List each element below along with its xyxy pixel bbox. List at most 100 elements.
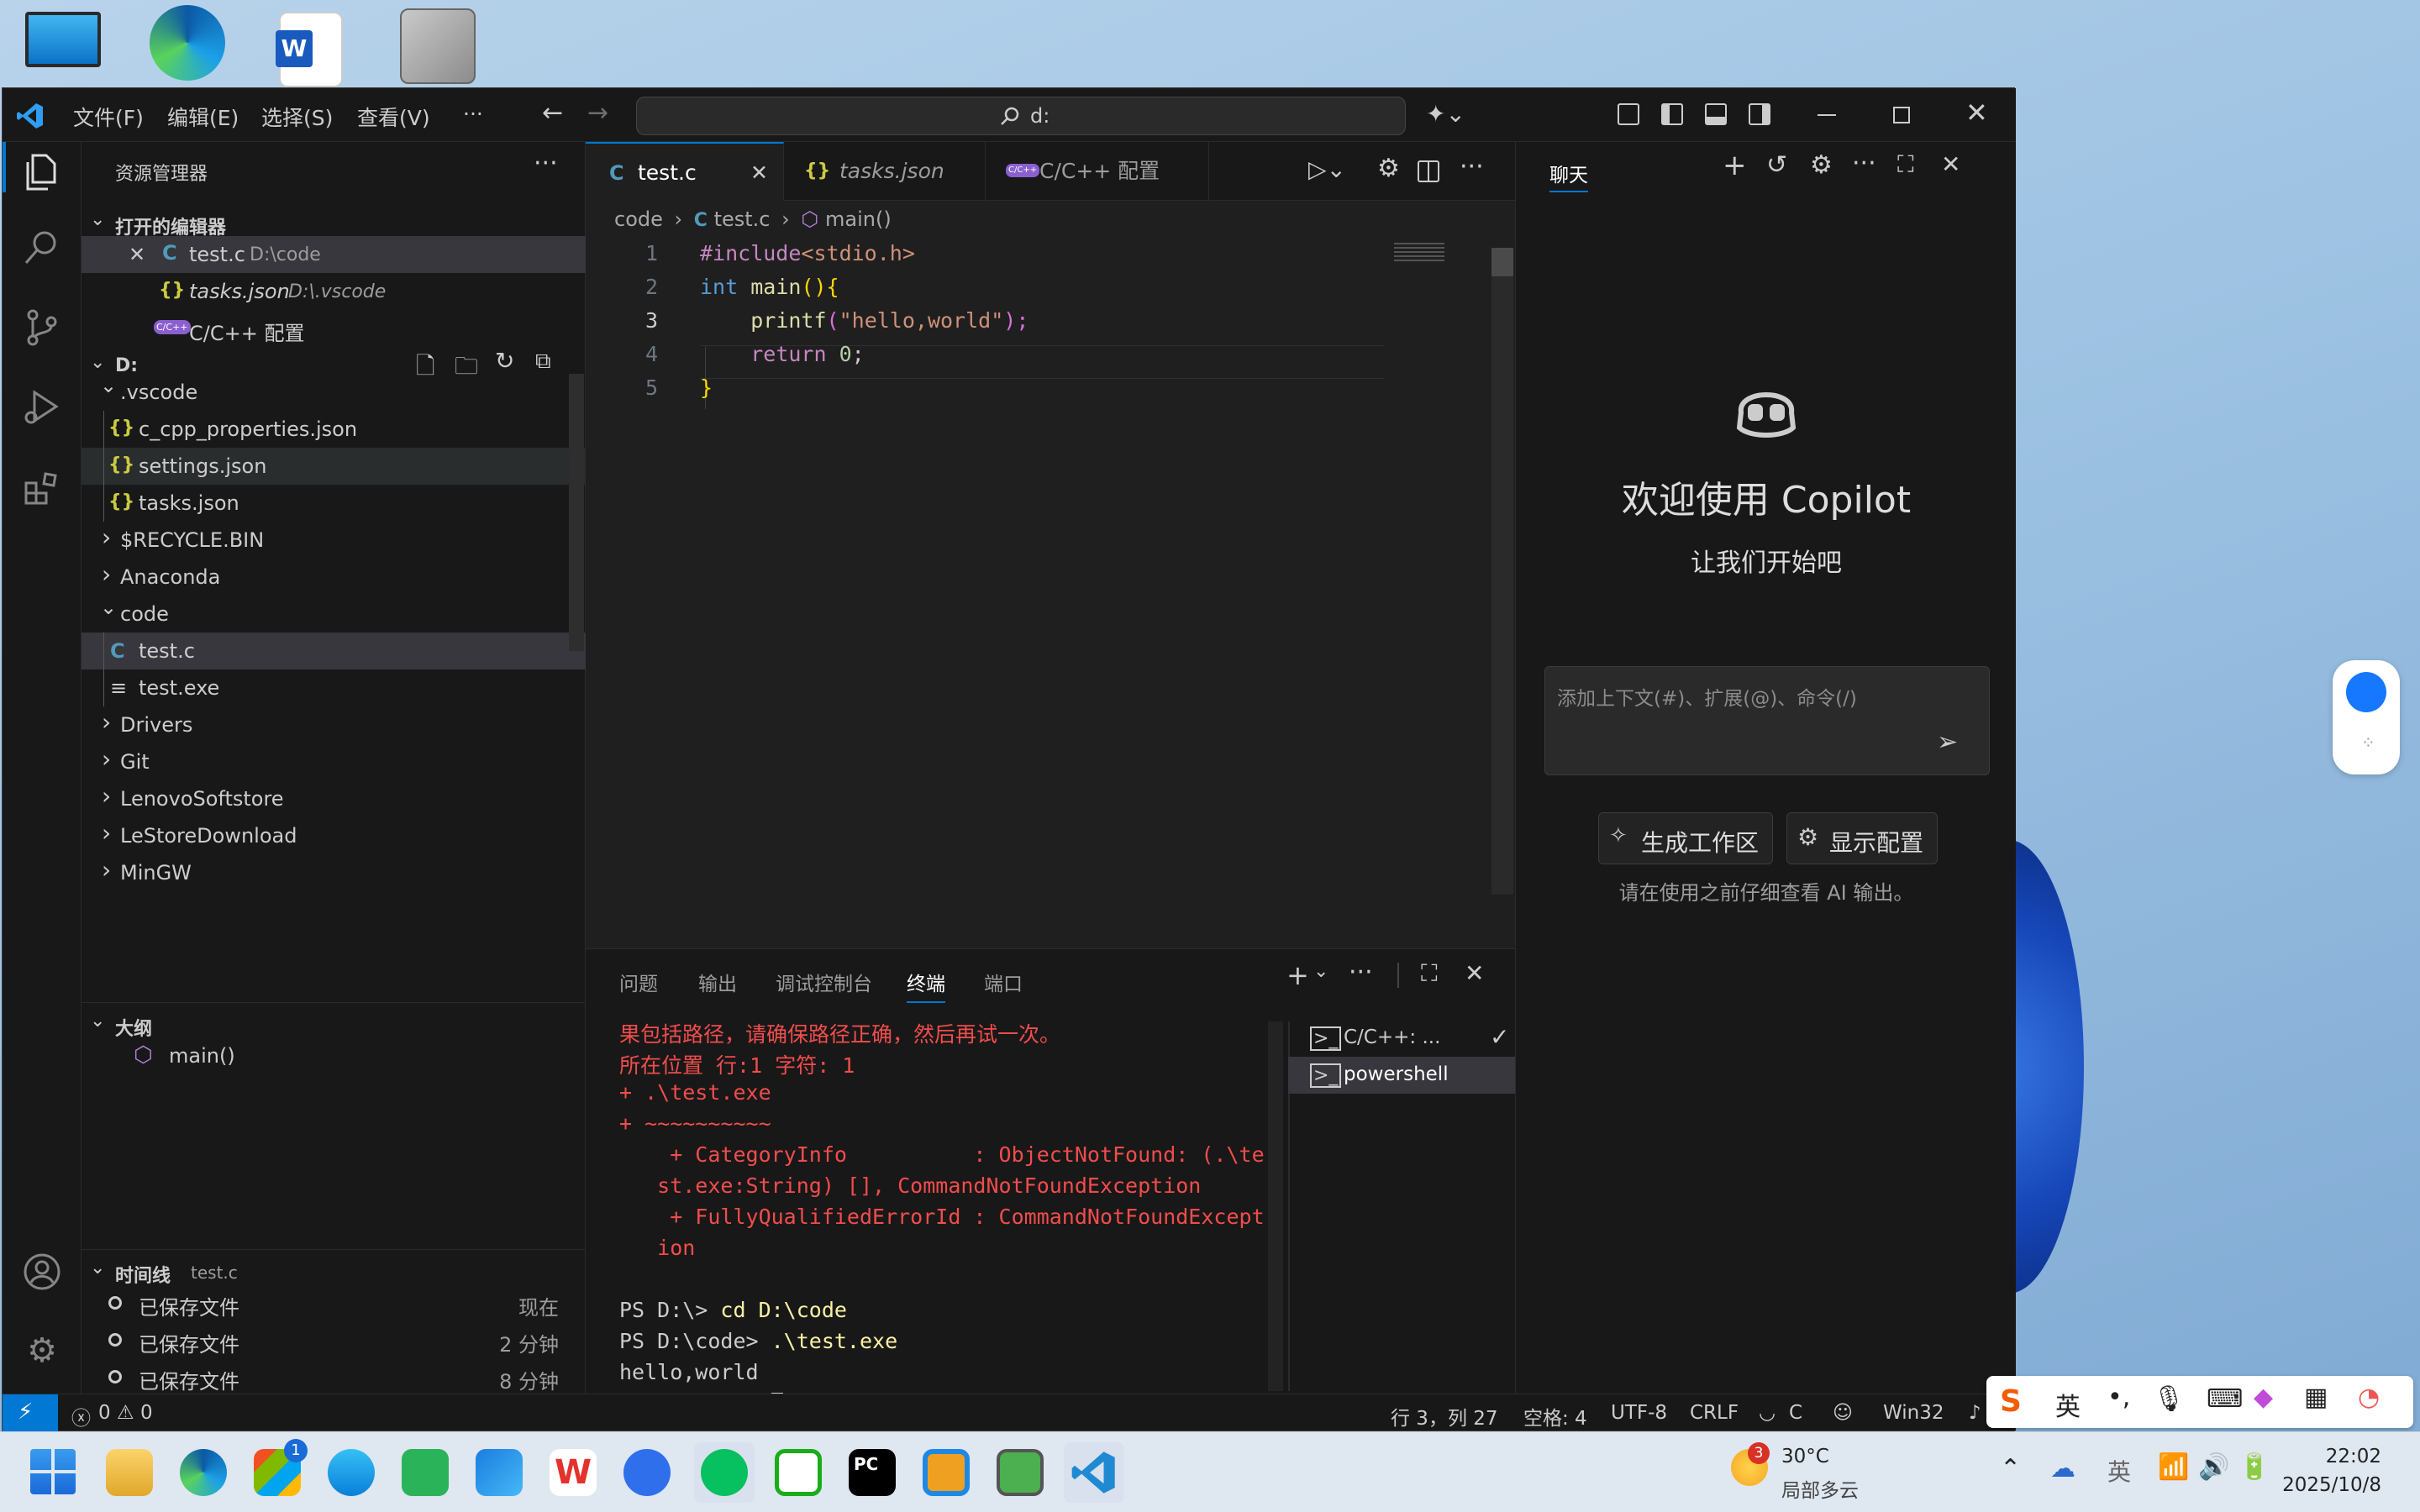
tree-item[interactable]: ⌄ code <box>82 596 586 633</box>
close-tab-icon[interactable]: ✕ <box>750 144 768 202</box>
sogou-logo-icon[interactable]: S <box>2000 1384 2022 1419</box>
tree-item[interactable]: {} c_cpp_properties.json <box>82 411 586 448</box>
customize-layout-icon[interactable] <box>1618 103 1639 125</box>
notepad-taskbar-icon[interactable] <box>997 1449 1044 1496</box>
word-desktop-icon[interactable]: W <box>276 12 343 87</box>
vscode-taskbar-icon[interactable] <box>1071 1449 1118 1496</box>
timeline-item[interactable]: 已保存文件 2 分钟 <box>82 1321 586 1358</box>
tree-item[interactable]: › Anaconda <box>82 559 586 596</box>
start-button-icon[interactable] <box>30 1449 76 1494</box>
toggle-primary-sidebar-icon[interactable] <box>1661 103 1683 125</box>
menu-selection[interactable]: 选择(S) <box>261 102 333 132</box>
timeline-item[interactable]: 已保存文件 现在 <box>82 1284 586 1321</box>
open-editor-item[interactable]: {} tasks.json D:\.vscode <box>82 273 586 310</box>
close-panel-icon[interactable]: ✕ <box>1465 959 1484 987</box>
chat-settings-gear-icon[interactable]: ⚙ <box>1810 150 1833 180</box>
split-editor-icon[interactable] <box>1418 160 1439 182</box>
skin-icon[interactable]: ◆ <box>2254 1383 2273 1412</box>
tree-item[interactable]: › LenovoSoftstore <box>82 780 586 817</box>
ime-language[interactable]: 英 <box>2055 1386 2081 1423</box>
accounts-icon[interactable] <box>21 1251 63 1293</box>
wps-taskbar-icon[interactable]: W <box>550 1449 597 1496</box>
generate-workspace-button[interactable]: ✧ 生成工作区 <box>1598 812 1773 864</box>
history-icon[interactable]: ↺ <box>1766 150 1787 180</box>
wifi-icon[interactable]: 📶 <box>2158 1452 2189 1482</box>
tab-ports[interactable]: 端口 <box>984 968 1023 996</box>
toggle-secondary-sidebar-icon[interactable] <box>1749 103 1770 125</box>
encoding[interactable]: UTF-8 <box>1611 1402 1667 1424</box>
menu-file[interactable]: 文件(F) <box>73 102 144 132</box>
tree-item[interactable]: › LeStoreDownload <box>82 817 586 854</box>
collapse-all-icon[interactable]: ⧉ <box>535 349 551 375</box>
close-chat-icon[interactable]: ✕ <box>1941 150 1960 178</box>
battery-icon[interactable]: 🔋 <box>2238 1452 2270 1482</box>
ime-tray-icon[interactable]: 英 <box>2107 1454 2131 1488</box>
new-terminal-icon[interactable]: + <box>1286 959 1309 991</box>
tree-scrollbar[interactable] <box>569 374 584 651</box>
editor-more-icon[interactable]: ··· <box>1460 152 1484 181</box>
breadcrumb-folder[interactable]: code <box>614 207 663 231</box>
tree-item[interactable]: ⌄ .vscode <box>82 374 586 411</box>
run-debug-icon[interactable] <box>21 386 63 428</box>
open-editor-item[interactable]: ✕ C test.c D:\code <box>82 236 586 273</box>
menu-edit[interactable]: 编辑(E) <box>167 102 239 132</box>
tree-item[interactable]: › Drivers <box>82 706 586 743</box>
terminal-scrollbar[interactable] <box>1268 1021 1283 1391</box>
tree-item[interactable]: Ctest.c <box>82 633 586 669</box>
edge-desktop-icon[interactable] <box>150 5 225 81</box>
language-braces-icon[interactable]: ◡ <box>1759 1402 1776 1424</box>
messenger-taskbar-icon[interactable] <box>623 1449 671 1496</box>
new-chat-icon[interactable]: + <box>1723 149 1747 182</box>
source-control-icon[interactable] <box>21 307 63 349</box>
wechat-taskbar-icon[interactable] <box>701 1449 748 1496</box>
close-icon[interactable]: ✕ <box>129 243 145 266</box>
command-center[interactable]: d: <box>636 97 1406 135</box>
error-count[interactable]: 0 <box>98 1402 111 1424</box>
chat-app-taskbar-icon[interactable] <box>775 1449 822 1496</box>
volume-icon[interactable]: 🔊 <box>2198 1452 2229 1482</box>
keyboard-icon[interactable]: ⌨ <box>2207 1384 2243 1414</box>
mascot-icon[interactable]: ◔ <box>2358 1383 2380 1412</box>
chevron-down-icon[interactable]: ⌄ <box>90 1011 105 1032</box>
code-area[interactable]: #include<stdio.h> int main(){ printf("he… <box>700 241 1381 409</box>
toggle-panel-icon[interactable] <box>1705 103 1727 125</box>
terminal-list-item[interactable]: >_ powershell <box>1288 1057 1515 1094</box>
sandbox-taskbar-icon[interactable] <box>923 1449 970 1496</box>
ie-taskbar-icon[interactable] <box>328 1449 375 1496</box>
maximize-chat-icon[interactable]: ⛶ <box>1897 150 1914 179</box>
line-ending[interactable]: CRLF <box>1690 1402 1739 1424</box>
punctuation-icon[interactable]: •, <box>2107 1383 2130 1412</box>
platform[interactable]: Win32 <box>1883 1402 1944 1424</box>
tab-test-c[interactable]: C test.c ✕ <box>586 142 784 201</box>
explorer-icon[interactable] <box>21 150 63 192</box>
menu-more[interactable]: ··· <box>463 102 483 126</box>
assistant-icon[interactable] <box>2346 672 2386 712</box>
weather-icon[interactable]: 3 <box>1731 1442 1770 1486</box>
chevron-down-icon[interactable]: ⌄ <box>90 209 105 230</box>
forward-arrow-icon[interactable]: → <box>587 98 608 128</box>
edge-taskbar-icon[interactable] <box>180 1449 227 1496</box>
tree-item[interactable]: {} settings.json <box>82 448 586 485</box>
maximize-panel-icon[interactable]: ⛶ <box>1421 959 1438 988</box>
language-mode[interactable]: C <box>1789 1402 1802 1424</box>
remote-indicator[interactable]: ⚡ <box>3 1394 58 1431</box>
weather-desc[interactable]: 局部多云 <box>1781 1474 1859 1503</box>
open-editor-item[interactable]: C/C++ C/C++ 配置 <box>82 310 586 347</box>
error-icon[interactable]: ⓧ <box>71 1402 91 1431</box>
settings-gear-icon[interactable]: ⚙ <box>1377 154 1400 183</box>
maximize-icon[interactable] <box>1893 107 1910 123</box>
indentation[interactable]: 空格: 4 <box>1523 1402 1587 1431</box>
tab-problems[interactable]: 问题 <box>619 968 658 996</box>
clock-date[interactable]: 2025/10/8 <box>2272 1474 2381 1496</box>
tree-item[interactable]: {} tasks.json <box>82 485 586 522</box>
clock-time[interactable]: 22:02 <box>2297 1446 2381 1467</box>
tab-cpp-config[interactable]: C/C++ C/C++ 配置 <box>986 142 1209 201</box>
back-arrow-icon[interactable]: ← <box>542 98 563 128</box>
chat-input[interactable]: 添加上下文(#)、扩展(@)、命令(/) ➢ <box>1544 666 1990 775</box>
copilot-menu-icon[interactable]: ✦⌄ <box>1426 100 1465 128</box>
show-hidden-icons-chevron-icon[interactable]: ⌃ <box>2000 1454 2021 1483</box>
toolbox-grid-icon[interactable]: ▦ <box>2304 1383 2328 1412</box>
cursor-position[interactable]: 行 3，列 27 <box>1391 1402 1498 1431</box>
tab-output[interactable]: 输出 <box>698 968 737 996</box>
close-window-icon[interactable]: ✕ <box>1965 97 1988 129</box>
